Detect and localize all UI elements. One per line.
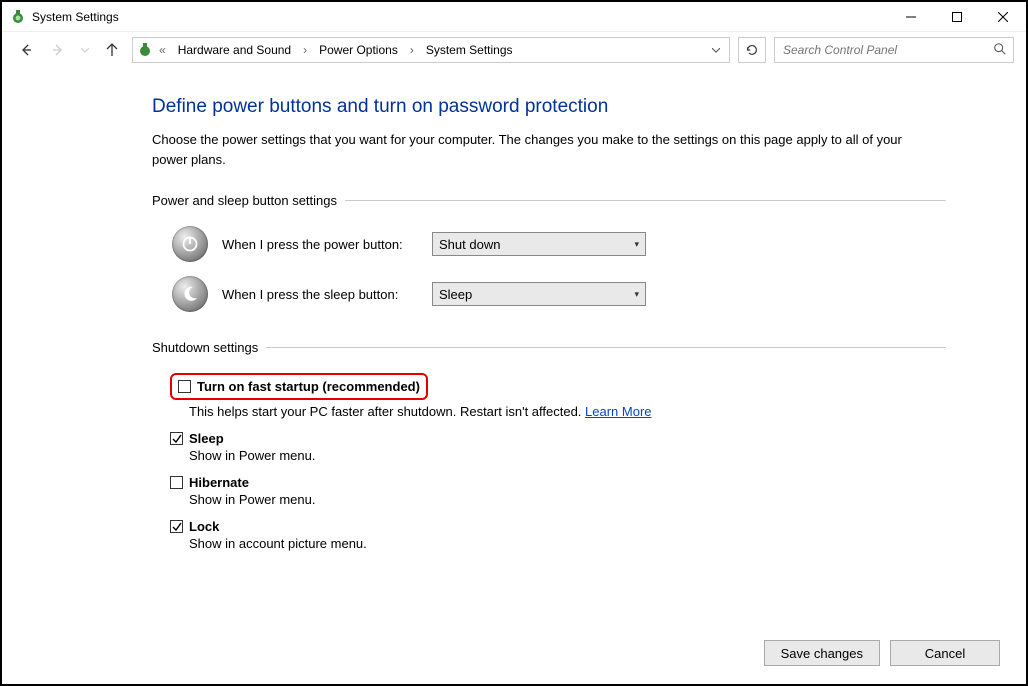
title-bar: System Settings xyxy=(2,2,1026,32)
sleep-button-row: When I press the sleep button: Sleep ▾ xyxy=(152,276,990,312)
content-area: Define power buttons and turn on passwor… xyxy=(2,68,1026,551)
section-header-buttons: Power and sleep button settings xyxy=(152,193,946,208)
breadcrumb-item[interactable]: System Settings xyxy=(420,43,519,57)
power-button-label: When I press the power button: xyxy=(222,237,432,252)
search-icon xyxy=(993,42,1007,59)
section-header-label: Power and sleep button settings xyxy=(152,193,337,208)
chevron-right-icon: › xyxy=(408,43,416,57)
window-title: System Settings xyxy=(32,10,119,24)
window-controls xyxy=(888,2,1026,32)
check-label: Turn on fast startup (recommended) xyxy=(197,379,420,394)
sleep-button-label: When I press the sleep button: xyxy=(222,287,432,302)
save-button[interactable]: Save changes xyxy=(764,640,880,666)
check-description: Show in Power menu. xyxy=(170,448,990,463)
checkbox-lock[interactable] xyxy=(170,520,183,533)
shutdown-option-lock: Lock Show in account picture menu. xyxy=(152,519,990,551)
section-header-shutdown: Shutdown settings xyxy=(152,340,946,355)
dropdown-value: Shut down xyxy=(439,237,500,252)
checkbox-hibernate[interactable] xyxy=(170,476,183,489)
up-button[interactable] xyxy=(100,38,124,62)
power-button-dropdown[interactable]: Shut down ▾ xyxy=(432,232,646,256)
shutdown-option-hibernate: Hibernate Show in Power menu. xyxy=(152,475,990,507)
shutdown-option-sleep: Sleep Show in Power menu. xyxy=(152,431,990,463)
nav-bar: « Hardware and Sound › Power Options › S… xyxy=(2,32,1026,68)
breadcrumb-item[interactable]: Hardware and Sound xyxy=(172,43,297,57)
minimize-button[interactable] xyxy=(888,2,934,32)
control-panel-icon xyxy=(137,42,153,58)
maximize-button[interactable] xyxy=(934,2,980,32)
check-description: This helps start your PC faster after sh… xyxy=(170,404,990,419)
forward-button[interactable] xyxy=(46,38,70,62)
address-dropdown[interactable] xyxy=(707,38,725,62)
check-description: Show in account picture menu. xyxy=(170,536,990,551)
search-input[interactable] xyxy=(781,42,993,58)
chevron-down-icon: ▾ xyxy=(634,289,639,300)
check-label: Lock xyxy=(189,519,219,534)
checkbox-fast-startup[interactable] xyxy=(178,380,191,393)
section-header-label: Shutdown settings xyxy=(152,340,258,355)
search-box[interactable] xyxy=(774,37,1014,63)
checkbox-sleep[interactable] xyxy=(170,432,183,445)
sleep-button-dropdown[interactable]: Sleep ▾ xyxy=(432,282,646,306)
back-button[interactable] xyxy=(14,38,38,62)
chevron-down-icon: ▾ xyxy=(634,239,639,250)
check-description: Show in Power menu. xyxy=(170,492,990,507)
refresh-button[interactable] xyxy=(738,37,766,63)
breadcrumb-item[interactable]: Power Options xyxy=(313,43,404,57)
action-bar: Save changes Cancel xyxy=(764,640,1000,666)
cancel-button[interactable]: Cancel xyxy=(890,640,1000,666)
sleep-icon xyxy=(172,276,208,312)
app-icon xyxy=(10,9,26,25)
page-description: Choose the power settings that you want … xyxy=(152,130,932,169)
power-button-row: When I press the power button: Shut down… xyxy=(152,226,990,262)
shutdown-option-fast-startup: Turn on fast startup (recommended) This … xyxy=(152,373,990,419)
power-icon xyxy=(172,226,208,262)
highlight-annotation: Turn on fast startup (recommended) xyxy=(170,373,428,400)
recent-dropdown[interactable] xyxy=(78,38,92,62)
chevron-right-icon: › xyxy=(301,43,309,57)
close-button[interactable] xyxy=(980,2,1026,32)
learn-more-link[interactable]: Learn More xyxy=(585,404,651,419)
check-label: Hibernate xyxy=(189,475,249,490)
dropdown-value: Sleep xyxy=(439,287,472,302)
page-title: Define power buttons and turn on passwor… xyxy=(152,96,990,118)
address-bar[interactable]: « Hardware and Sound › Power Options › S… xyxy=(132,37,730,63)
breadcrumb-root: « xyxy=(157,43,168,57)
check-label: Sleep xyxy=(189,431,224,446)
